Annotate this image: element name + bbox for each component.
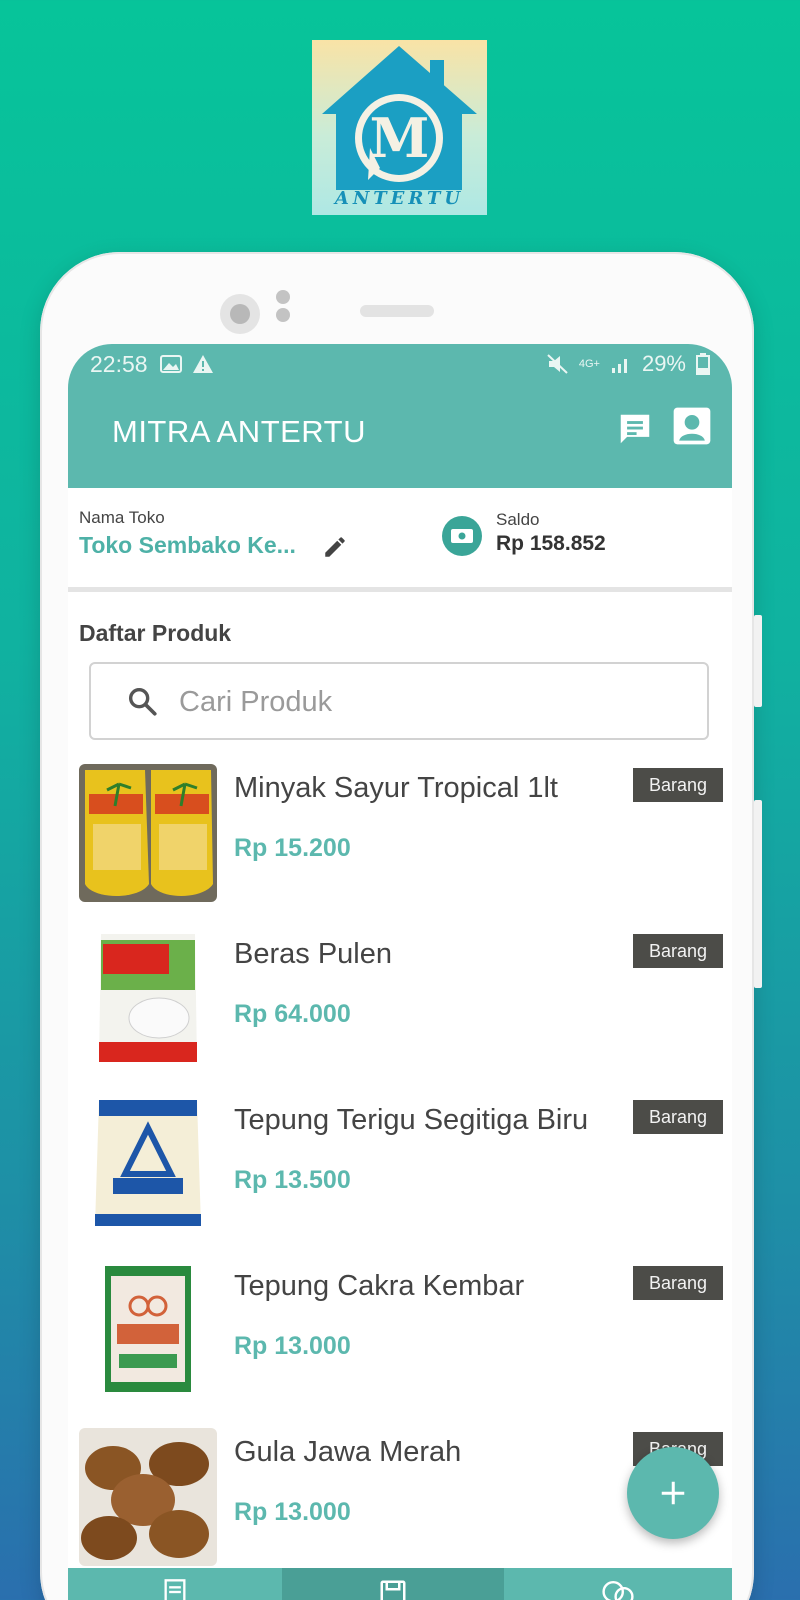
product-name: Beras Pulen bbox=[234, 938, 392, 970]
plus-icon bbox=[661, 1481, 685, 1505]
product-name: Minyak Sayur Tropical 1lt bbox=[234, 772, 558, 804]
logo-wordmark: ANTERTU bbox=[334, 188, 465, 209]
mute-icon bbox=[547, 354, 568, 374]
product-price: Rp 13.500 bbox=[234, 1166, 351, 1194]
product-item[interactable]: Minyak Sayur Tropical 1lt Rp 15.200 Bara… bbox=[68, 764, 732, 914]
bottom-navigation bbox=[68, 1568, 732, 1600]
nav-tab-products[interactable] bbox=[282, 1568, 504, 1600]
app-bar: 22:58 4G+ 29% MITRA ANTERTU bbox=[68, 344, 732, 488]
product-type-badge: Barang bbox=[633, 934, 723, 968]
product-price: Rp 64.000 bbox=[234, 1000, 351, 1028]
phone-speaker bbox=[360, 305, 434, 317]
store-name-value: Toko Sembako Ke... bbox=[79, 532, 296, 558]
product-image-rice bbox=[79, 930, 217, 1068]
store-name-label: Nama Toko bbox=[79, 508, 165, 527]
product-item[interactable]: Beras Pulen Rp 64.000 Barang bbox=[68, 930, 732, 1080]
chat-icon[interactable] bbox=[616, 410, 654, 448]
product-image-oil bbox=[79, 764, 217, 902]
product-type-badge: Barang bbox=[633, 1100, 723, 1134]
product-list-title: Daftar Produk bbox=[79, 620, 232, 646]
phone-side-button bbox=[754, 800, 762, 988]
orders-icon bbox=[164, 1579, 186, 1600]
product-item[interactable]: Tepung Cakra Kembar Rp 13.000 Barang bbox=[68, 1262, 732, 1412]
sensor-dot bbox=[276, 290, 290, 304]
balance-value: Rp 158.852 bbox=[496, 532, 606, 555]
signal-icon bbox=[611, 359, 627, 373]
product-price: Rp 15.200 bbox=[234, 834, 351, 862]
product-image-flour bbox=[79, 1096, 217, 1234]
nav-tab-orders[interactable] bbox=[68, 1568, 282, 1600]
battery-icon bbox=[696, 353, 710, 375]
product-image-palm-sugar bbox=[79, 1428, 217, 1566]
account-icon[interactable] bbox=[670, 404, 714, 448]
product-price: Rp 13.000 bbox=[234, 1498, 351, 1526]
section-divider bbox=[68, 587, 732, 592]
search-box[interactable] bbox=[89, 662, 709, 740]
warning-icon bbox=[192, 355, 213, 373]
sensor-dot bbox=[276, 308, 290, 322]
add-product-button[interactable] bbox=[627, 1447, 719, 1539]
wallet-icon bbox=[442, 516, 482, 556]
nav-tab-chat[interactable] bbox=[504, 1568, 732, 1600]
camera-icon bbox=[220, 294, 260, 334]
app-title: MITRA ANTERTU bbox=[112, 414, 366, 449]
status-bar: 22:58 4G+ 29% bbox=[68, 344, 732, 384]
search-icon bbox=[125, 684, 159, 723]
edit-icon[interactable] bbox=[322, 534, 348, 565]
battery-percent: 29% bbox=[641, 351, 686, 376]
status-time: 22:58 bbox=[90, 350, 148, 377]
image-icon bbox=[159, 355, 182, 373]
product-name: Tepung Cakra Kembar bbox=[234, 1270, 525, 1302]
product-item[interactable]: Tepung Terigu Segitiga Biru Rp 13.500 Ba… bbox=[68, 1096, 732, 1246]
antertu-logo: M ANTERTU bbox=[312, 40, 487, 215]
product-name: Tepung Terigu Segitiga Biru bbox=[234, 1104, 589, 1136]
product-type-badge: Barang bbox=[633, 768, 723, 802]
phone-side-button bbox=[754, 615, 762, 707]
store-info-row: Nama Toko Toko Sembako Ke... Saldo Rp 15… bbox=[68, 488, 732, 584]
phone-screen: 22:58 4G+ 29% MITRA ANTERTU Nama Toko To… bbox=[68, 344, 732, 1600]
search-input[interactable] bbox=[179, 680, 679, 724]
network-type: 4G+ bbox=[578, 358, 600, 370]
product-image-flour-cakra bbox=[79, 1262, 217, 1400]
logo-letter: M bbox=[369, 106, 430, 170]
product-type-badge: Barang bbox=[633, 1266, 723, 1300]
chat-bubbles-icon bbox=[602, 1581, 634, 1600]
save-icon bbox=[380, 1580, 406, 1600]
product-name: Gula Jawa Merah bbox=[234, 1436, 462, 1468]
product-price: Rp 13.000 bbox=[234, 1332, 351, 1360]
balance-label: Saldo bbox=[496, 510, 540, 529]
